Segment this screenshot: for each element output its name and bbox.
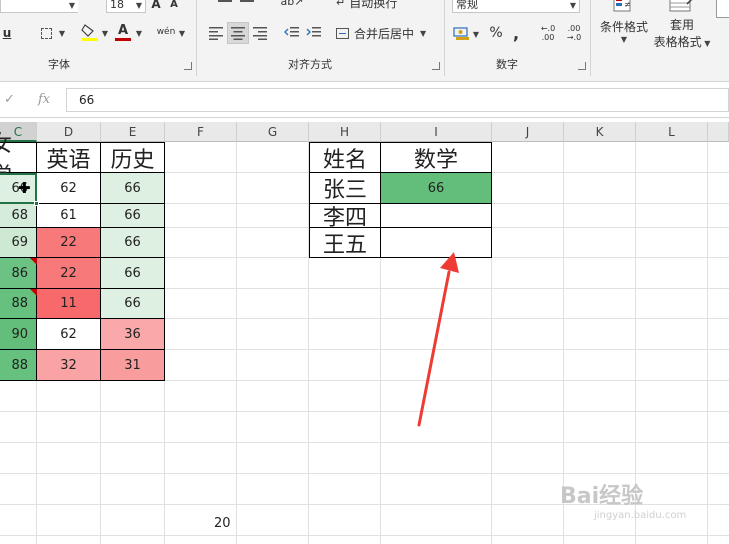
watermark-logo: Bai经验 <box>560 484 644 509</box>
watermark-url: jingyan.baidu.com <box>594 510 687 521</box>
annotation-arrow-icon <box>417 252 459 427</box>
